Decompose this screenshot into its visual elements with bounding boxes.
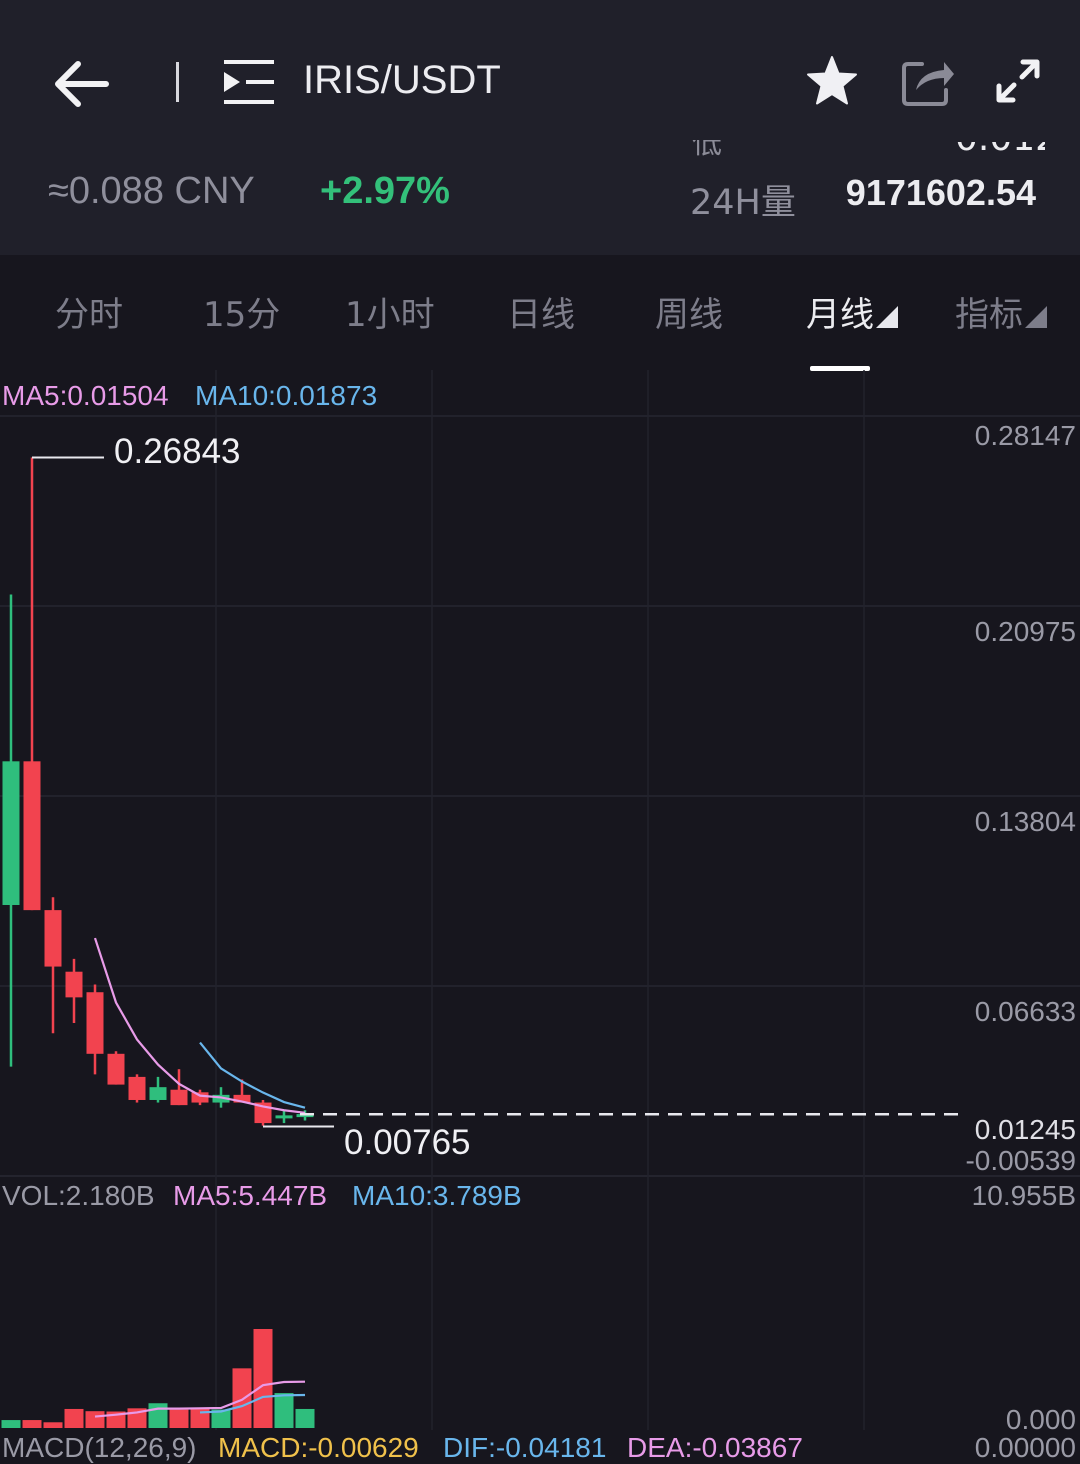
favorite-star-icon[interactable] (805, 54, 859, 108)
volume-bar (232, 1368, 252, 1428)
candle-body (2, 761, 20, 905)
volume-axis-tick: 10.955B (971, 1180, 1076, 1211)
clipped-low-label: 低 (692, 140, 722, 161)
volume-ma10-legend: MA10:3.789B (352, 1180, 522, 1211)
price-axis-tick: 0.28147 (974, 420, 1076, 451)
price-axis-tick: 0.13804 (974, 806, 1076, 837)
tab-time-sharing[interactable]: 分时 (55, 287, 123, 336)
tab-1hour[interactable]: 1小时 (345, 287, 435, 336)
header-divider (176, 62, 179, 102)
top-bar (0, 0, 1080, 255)
candle-body (86, 992, 104, 1054)
macd-params-legend: MACD(12,26,9) (2, 1432, 197, 1463)
volume-legend: VOL:2.180B (2, 1180, 155, 1211)
fullscreen-expand-icon[interactable] (995, 58, 1041, 104)
volume-bar (274, 1393, 294, 1428)
page-title: IRIS/USDT (303, 58, 501, 102)
volume-24h-value: 9171602.54 (845, 172, 1036, 213)
kline-chart[interactable] (0, 370, 1080, 1459)
current-price-tick: 0.01245 (974, 1114, 1076, 1146)
volume-bar (169, 1409, 189, 1428)
candle-body (65, 971, 83, 998)
macd-legend: MACD:-0.00629 (218, 1432, 419, 1463)
back-arrow-icon[interactable] (50, 52, 114, 116)
clipped-low-value: 0.012 (955, 142, 1045, 162)
dea-legend: DEA:-0.03867 (627, 1432, 803, 1463)
candle-body (275, 1115, 293, 1119)
ma5-line (93, 937, 306, 1114)
macd-axis-tick: 0.00000 (974, 1432, 1076, 1463)
volume-bar (148, 1403, 168, 1428)
dif-legend: DIF:-0.04181 (443, 1432, 607, 1463)
volume-bar (43, 1422, 63, 1428)
interval-tabs: 分时 15分 1小时 日线 周线 月线 指标 (0, 255, 1080, 370)
cny-price: ≈0.088 CNY (48, 170, 255, 212)
volume-bar (22, 1420, 42, 1428)
candle-body (191, 1092, 209, 1103)
volume-bar (64, 1408, 84, 1428)
high-price-annotation: 0.26843 (114, 432, 241, 471)
tab-monthly[interactable]: 月线 (806, 287, 898, 336)
volume-bar (1, 1420, 21, 1428)
candle-body (170, 1089, 188, 1106)
candle-body (44, 910, 62, 967)
volume-24h-label: 24H量 (690, 183, 796, 223)
volume-bar (85, 1411, 105, 1428)
ma5-legend: MA5:0.01504 (2, 380, 169, 411)
candle-body (107, 1053, 125, 1085)
price-axis-tick: 0.20975 (974, 616, 1076, 647)
price-axis-tick: 0.06633 (974, 996, 1076, 1027)
tab-daily[interactable]: 日线 (507, 287, 575, 336)
volume-bar (253, 1328, 273, 1428)
price-change-percent: +2.97% (320, 170, 450, 212)
dropdown-triangle-icon (876, 306, 898, 328)
volume-ma5-legend: MA5:5.447B (173, 1180, 328, 1211)
low-price-annotation: 0.00765 (344, 1123, 471, 1162)
candle-body (128, 1076, 146, 1100)
price-axis-tick: -0.00539 (965, 1145, 1076, 1176)
tab-indicators[interactable]: 指标 (955, 287, 1047, 336)
dropdown-triangle-icon (1025, 306, 1047, 328)
volume-bar (295, 1408, 315, 1428)
candle-body (149, 1087, 167, 1100)
tab-15min[interactable]: 15分 (203, 287, 280, 336)
ma10-legend: MA10:0.01873 (195, 380, 378, 411)
candle-body (23, 761, 41, 911)
market-list-icon[interactable] (222, 58, 278, 108)
share-icon[interactable] (900, 54, 956, 108)
tab-weekly[interactable]: 周线 (655, 287, 723, 336)
